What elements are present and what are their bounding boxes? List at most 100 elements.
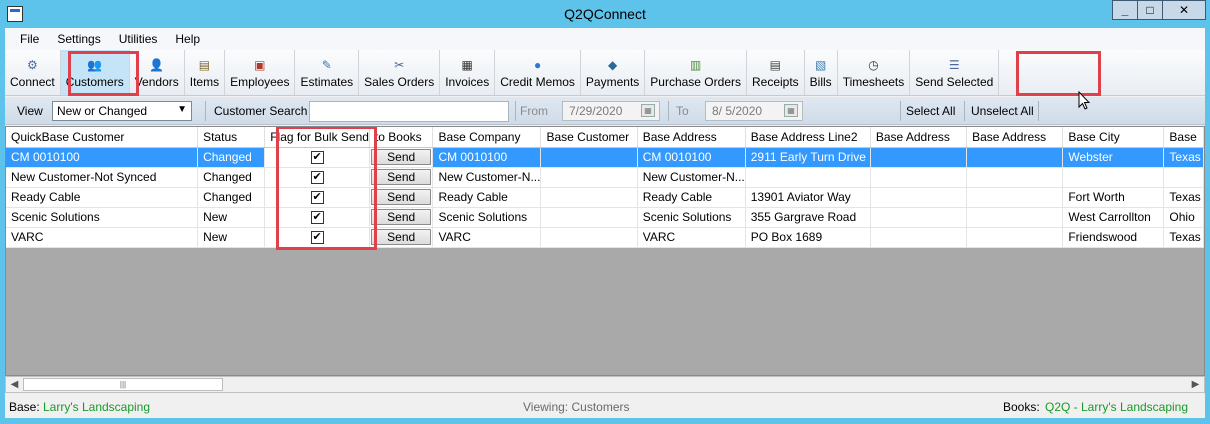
cell-address[interactable]: Scenic Solutions [637, 207, 746, 228]
column-header[interactable]: Flag for Bulk Send [264, 127, 370, 148]
cell-company[interactable]: CM 0010100 [432, 147, 542, 168]
menu-settings[interactable]: Settings [48, 28, 109, 50]
cell-address4[interactable] [966, 207, 1064, 228]
view-select[interactable]: New or Changed ▼ [52, 101, 192, 121]
cell-address3[interactable] [870, 227, 968, 248]
cell-address[interactable]: CM 0010100 [637, 147, 746, 168]
bulk-send-flag-cell[interactable]: ✔ [264, 167, 370, 188]
send-cell[interactable]: Send [369, 147, 434, 168]
unselect-all-button[interactable]: Unselect All [971, 101, 1034, 121]
bulk-send-flag-cell[interactable]: ✔ [264, 187, 370, 208]
cell-state[interactable]: Texas [1163, 187, 1204, 208]
cell-city[interactable]: Fort Worth [1062, 187, 1165, 208]
cell-address2[interactable] [745, 167, 871, 188]
cell-customer[interactable]: New Customer-Not Synced [6, 167, 199, 188]
cell-customer[interactable]: VARC [6, 227, 199, 248]
cell-state[interactable]: Texas [1163, 147, 1204, 168]
column-header[interactable]: Base Address Line2 [745, 127, 871, 148]
send-selected-button[interactable]: ☰ Send Selected [910, 50, 1000, 95]
send-to-books-button[interactable]: Send [370, 229, 432, 245]
to-date-picker[interactable]: 8/ 5/2020 ▦ [705, 101, 803, 121]
table-row[interactable]: Ready Cable Changed ✔ Send Ready Cable Ready … [6, 187, 1204, 208]
bulk-send-flag-cell[interactable]: ✔ [264, 207, 370, 228]
column-header[interactable]: Base Company [432, 127, 542, 148]
customer-search-input[interactable] [309, 101, 509, 122]
close-button[interactable]: ✕ [1162, 0, 1206, 20]
cell-city[interactable] [1062, 167, 1165, 188]
menu-help[interactable]: Help [166, 28, 209, 50]
send-to-books-button[interactable]: Send [370, 209, 432, 225]
cell-company[interactable]: Ready Cable [432, 187, 542, 208]
column-header[interactable]: Base Address [966, 127, 1064, 148]
horizontal-scrollbar[interactable]: ◀ ||| ▶ [5, 376, 1205, 393]
maximize-button[interactable]: □ [1137, 0, 1163, 20]
timesheets-button[interactable]: ◷ Timesheets [838, 50, 911, 95]
column-header[interactable]: Base Customer [540, 127, 638, 148]
cell-status[interactable]: New [197, 207, 266, 228]
cell-city[interactable]: Webster [1062, 147, 1165, 168]
cell-company[interactable]: VARC [432, 227, 542, 248]
table-row[interactable]: CM 0010100 Changed ✔ Send CM 0010100 CM 00101… [6, 147, 1204, 168]
cell-status[interactable]: Changed [197, 167, 266, 188]
bulk-send-checkbox[interactable]: ✔ [310, 211, 324, 225]
column-header[interactable]: Base Address [637, 127, 746, 148]
column-header[interactable]: QuickBase Customer [6, 127, 199, 148]
column-header[interactable]: Base [1163, 127, 1204, 148]
minimize-button[interactable]: _ [1112, 0, 1138, 20]
invoices-button[interactable]: ▦ Invoices [440, 50, 496, 95]
menu-utilities[interactable]: Utilities [110, 28, 167, 50]
connect-button[interactable]: ⚙ Connect [5, 50, 61, 95]
column-header[interactable]: Status [197, 127, 266, 148]
cell-address4[interactable] [966, 147, 1064, 168]
cell-address4[interactable] [966, 167, 1064, 188]
send-to-books-button[interactable]: Send [370, 189, 432, 205]
bulk-send-checkbox[interactable]: ✔ [310, 171, 324, 185]
cell-address[interactable]: Ready Cable [637, 187, 746, 208]
cell-customer[interactable]: Ready Cable [6, 187, 199, 208]
cell-address3[interactable] [870, 167, 968, 188]
cell-state[interactable] [1163, 167, 1204, 188]
calendar-icon[interactable]: ▦ [641, 104, 655, 117]
payments-button[interactable]: ◆ Payments [581, 50, 646, 95]
scroll-right-icon[interactable]: ▶ [1187, 377, 1204, 392]
receipts-button[interactable]: ▤ Receipts [747, 50, 805, 95]
cell-address3[interactable] [870, 147, 968, 168]
cell-address[interactable]: VARC [637, 227, 746, 248]
cell-city[interactable]: Friendswood [1062, 227, 1165, 248]
cell-base-customer[interactable] [540, 167, 638, 188]
bulk-send-flag-cell[interactable]: ✔ [264, 227, 370, 248]
purchase-orders-button[interactable]: ▥ Purchase Orders [645, 50, 747, 95]
bills-button[interactable]: ▧ Bills [805, 50, 838, 95]
cell-address2[interactable]: PO Box 1689 [745, 227, 871, 248]
scroll-thumb[interactable]: ||| [23, 378, 223, 391]
from-date-picker[interactable]: 7/29/2020 ▦ [562, 101, 660, 121]
cell-company[interactable]: Scenic Solutions [432, 207, 542, 228]
cell-address3[interactable] [870, 207, 968, 228]
table-row[interactable]: Scenic Solutions New ✔ Send Scenic Solutions… [6, 207, 1204, 228]
sales-orders-button[interactable]: ✂ Sales Orders [359, 50, 441, 95]
cell-base-customer[interactable] [540, 187, 638, 208]
send-cell[interactable]: Send [369, 167, 434, 188]
cell-address4[interactable] [966, 227, 1064, 248]
cell-state[interactable]: Texas [1163, 227, 1204, 248]
menu-file[interactable]: File [11, 28, 48, 50]
send-to-books-button[interactable]: Send [370, 169, 432, 185]
cell-address2[interactable]: 355 Gargrave Road [745, 207, 871, 228]
cell-company[interactable]: New Customer-N... [432, 167, 542, 188]
cell-customer[interactable]: CM 0010100 [6, 147, 199, 168]
bulk-send-checkbox[interactable]: ✔ [310, 191, 324, 205]
cell-city[interactable]: West Carrollton [1062, 207, 1165, 228]
cell-status[interactable]: New [197, 227, 266, 248]
calendar-icon[interactable]: ▦ [784, 104, 798, 117]
bulk-send-flag-cell[interactable]: ✔ [264, 147, 370, 168]
scroll-left-icon[interactable]: ◀ [6, 377, 23, 392]
items-button[interactable]: ▤ Items [185, 50, 226, 95]
column-header[interactable]: Base City [1062, 127, 1165, 148]
cell-address2[interactable]: 2911 Early Turn Drive [745, 147, 871, 168]
title-bar[interactable]: Q2QConnect _ □ ✕ [0, 0, 1210, 28]
bulk-send-checkbox[interactable]: ✔ [310, 231, 324, 245]
table-row[interactable]: VARC New ✔ Send VARC VARC PO Box 1689 Friendswo… [6, 227, 1204, 248]
cell-address4[interactable] [966, 187, 1064, 208]
cell-base-customer[interactable] [540, 207, 638, 228]
cell-address2[interactable]: 13901 Aviator Way [745, 187, 871, 208]
